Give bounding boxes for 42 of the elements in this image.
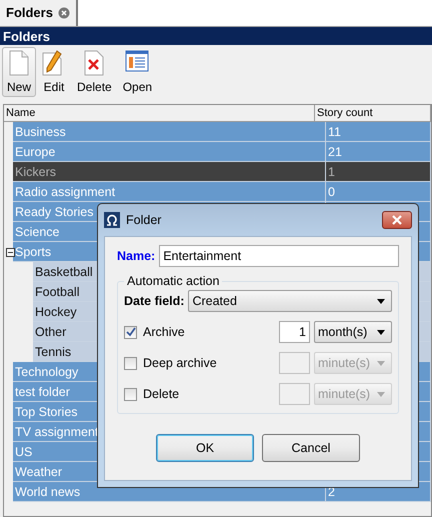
date-field-dropdown[interactable]: Created [188,290,392,312]
folders-tab[interactable]: Folders [0,0,78,26]
story-count-cell: 1 [326,162,431,182]
column-header[interactable]: Story count [315,105,431,121]
dialog-title: Folder [126,213,162,227]
story-count-cell: 0 [326,182,431,202]
toolbar-button[interactable]: Open [118,47,158,97]
story-count-cell: 21 [326,142,431,162]
checkbox[interactable] [124,388,137,400]
dialog-button[interactable]: OK [156,434,254,462]
panel-title: Folders [0,27,432,45]
toolbar-button[interactable]: New [2,47,36,97]
name-label: Name: [117,249,156,263]
story-count-cell: 11 [326,122,431,142]
group-title: Automatic action [126,274,220,288]
folder-name-cell[interactable]: Kickers [13,162,326,182]
toolbar-button[interactable]: Edit [37,47,72,97]
action-label: Deep archive [143,356,218,370]
dialog-button[interactable]: Cancel [262,434,360,462]
action-label: Archive [143,325,186,339]
document-icon [9,50,29,76]
close-icon [391,215,403,225]
toolbar-button[interactable]: Delete [72,47,117,97]
action-label: Delete [143,387,180,401]
column-header[interactable]: Name [4,105,315,121]
delete-document-icon [84,50,104,76]
list-window-icon [125,50,150,72]
close-button[interactable] [382,211,412,229]
close-icon[interactable] [58,6,70,18]
collapse-icon[interactable] [6,248,15,256]
amount-field[interactable] [279,383,310,405]
caret-icon [377,392,385,396]
name-field[interactable]: Entertainment [159,245,399,267]
tab-label: Folders [6,5,53,20]
amount-field[interactable] [279,352,310,374]
unit-dropdown[interactable]: month(s) [314,321,392,343]
omega-icon [104,212,120,228]
checkbox[interactable] [124,326,137,338]
checkbox[interactable] [124,356,137,370]
amount-field[interactable]: 1 [279,321,310,343]
caret-icon [377,330,385,334]
date-field-label: Date field: [124,294,184,308]
